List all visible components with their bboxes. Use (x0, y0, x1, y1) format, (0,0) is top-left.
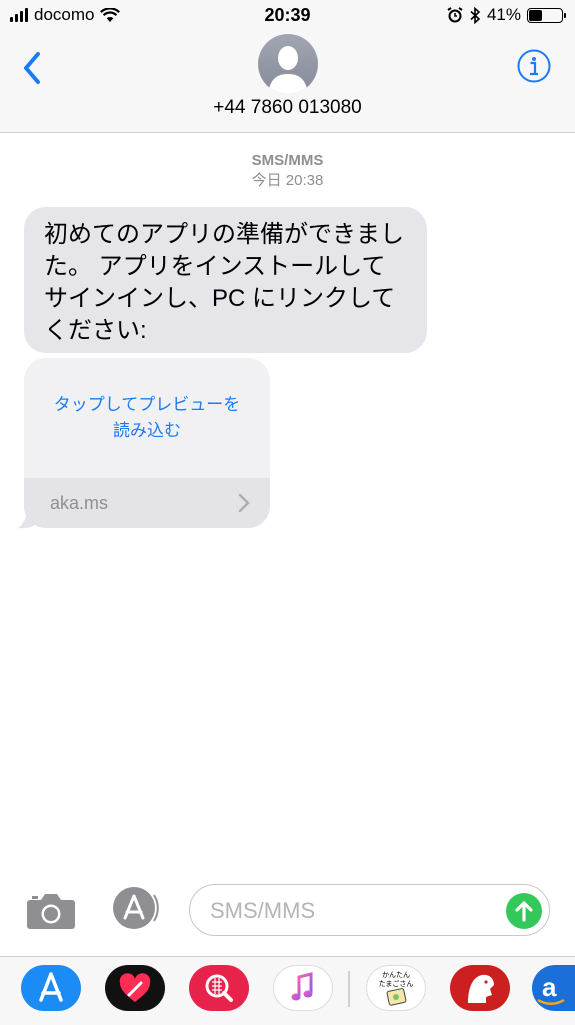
send-arrow-icon (515, 901, 533, 922)
message-bubble[interactable]: 初めてのアプリの準備ができました。 アプリをインストールしてサインインし、PC … (24, 207, 427, 353)
music-app-icon[interactable] (273, 965, 333, 1011)
back-chevron-icon[interactable] (18, 48, 48, 88)
service-label: SMS/MMS (251, 152, 324, 169)
camera-icon[interactable] (26, 891, 76, 931)
app-store-drawer-icon[interactable] (107, 885, 161, 931)
link-domain: aka.ms (50, 492, 109, 513)
digital-touch-app-icon[interactable] (105, 965, 165, 1011)
status-right: 41% (447, 5, 566, 25)
message-timestamp: 今日 20:38 (251, 172, 324, 189)
conversation-meta: SMS/MMS 今日 20:38 (0, 151, 575, 191)
chevron-right-icon (238, 493, 250, 513)
link-preview-footer[interactable]: aka.ms (24, 478, 270, 528)
link-preview-card[interactable]: タップしてプレビューを読み込む aka.ms (24, 358, 270, 528)
message-input-field[interactable] (189, 884, 550, 936)
image-search-app-icon[interactable] (189, 965, 249, 1011)
bubble-tail (18, 502, 42, 529)
app-drawer: かんたん たまごさん a (0, 956, 575, 1025)
tap-to-load-preview-label: タップしてプレビューを読み込む (53, 395, 241, 440)
send-button[interactable] (506, 893, 542, 929)
message-input[interactable] (208, 893, 492, 929)
sticker-text-2: たまごさん (379, 979, 414, 988)
battery-percentage: 41% (486, 5, 521, 24)
sticker-text-1: かんたん (382, 971, 410, 979)
battery-icon (527, 7, 566, 23)
sticker-app-icon[interactable]: かんたん たまごさん (366, 965, 426, 1011)
alarm-icon (447, 7, 463, 23)
status-bar: docomo 20:39 41% (0, 0, 575, 32)
info-icon[interactable] (517, 49, 551, 83)
amazon-app-icon[interactable]: a (532, 965, 575, 1011)
bluetooth-icon (470, 6, 481, 24)
contact-name[interactable]: +44 7860 013080 (0, 97, 575, 119)
link-preview-body[interactable]: タップしてプレビューを読み込む (24, 358, 270, 478)
contact-avatar-icon[interactable] (258, 34, 318, 94)
app-store-app-icon[interactable] (21, 965, 81, 1011)
battery-level-fill (529, 9, 542, 21)
red-dog-app-icon[interactable] (450, 965, 510, 1011)
drawer-divider (348, 971, 350, 1007)
amazon-letter: a (542, 972, 557, 1002)
navigation-header: docomo 20:39 41% +44 7860 013080 (0, 0, 575, 133)
